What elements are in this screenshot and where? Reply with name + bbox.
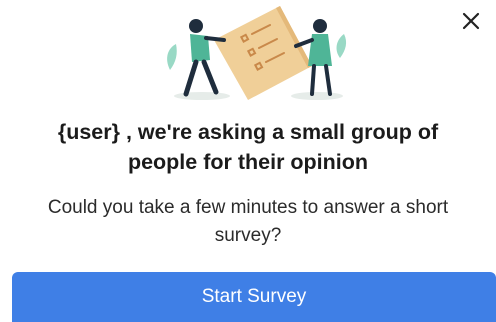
body-text: Could you take a few minutes to answer a…	[0, 194, 496, 250]
body-line-1: Could you take a few minutes to answer a…	[47, 197, 449, 218]
body-line-2: survey?	[214, 225, 282, 246]
start-survey-button[interactable]: Start Survey	[12, 272, 496, 322]
close-icon	[462, 12, 480, 30]
headline: {user} , we're asking a small group of p…	[0, 117, 496, 177]
start-survey-button-label: Start Survey	[201, 286, 307, 307]
survey-dialog: {user} , we're asking a small group of p…	[0, 0, 496, 322]
headline-line-1: {user} , we're asking a small group of	[57, 120, 439, 144]
close-button[interactable]	[456, 6, 486, 36]
survey-people-illustration	[167, 6, 347, 100]
headline-line-2: people for their opinion	[127, 150, 369, 174]
left-person-figure	[183, 19, 226, 97]
